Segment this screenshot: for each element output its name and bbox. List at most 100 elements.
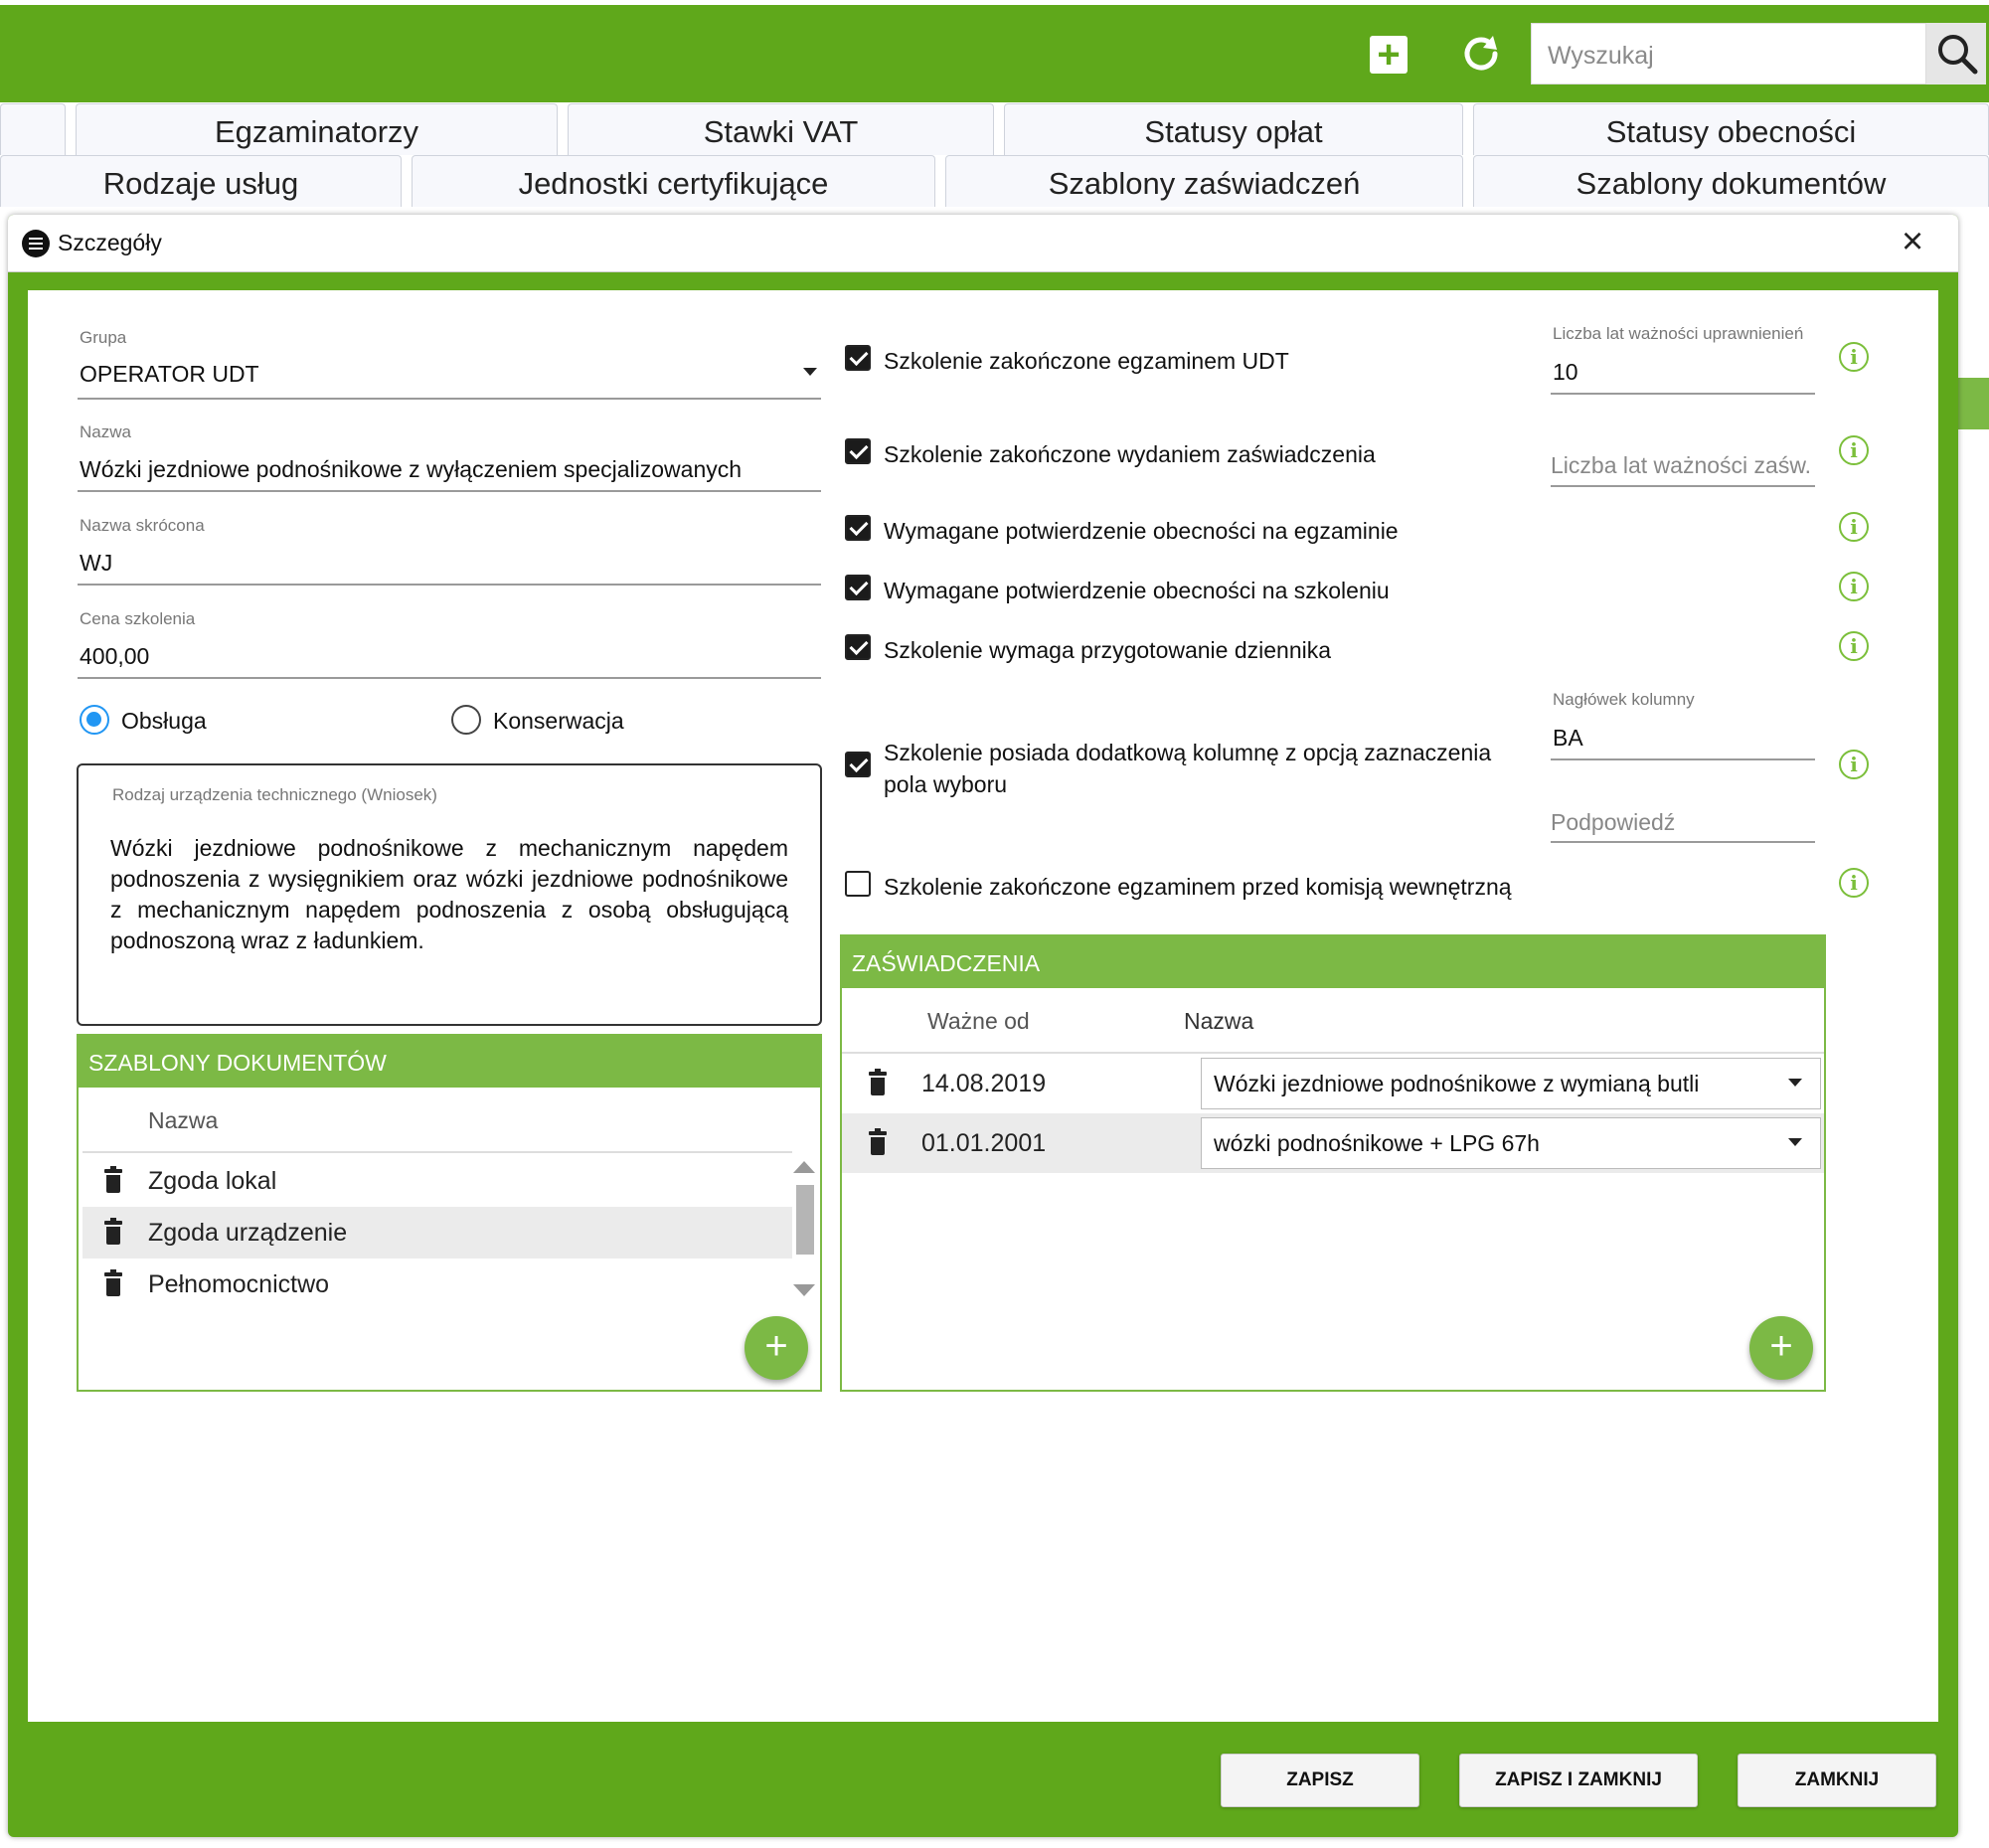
add-zaswiadczenie-button[interactable]: + bbox=[1749, 1316, 1813, 1380]
lata-zasw-field[interactable]: Liczba lat ważności zaśw. bbox=[1551, 452, 1811, 479]
trash-icon[interactable] bbox=[869, 1128, 887, 1155]
grupa-underline bbox=[78, 398, 821, 400]
radio-obsluga-label: Obsługa bbox=[121, 708, 207, 734]
radio-konserwacja[interactable] bbox=[451, 705, 481, 735]
podpowiedz-underline bbox=[1551, 841, 1815, 843]
info-icon[interactable]: i bbox=[1839, 868, 1869, 898]
info-icon[interactable]: i bbox=[1839, 342, 1869, 372]
trash-icon[interactable] bbox=[104, 1218, 122, 1245]
checkbox-dziennik-label: Szkolenie wymaga przygotowanie dziennika bbox=[884, 637, 1332, 663]
rodzaj-textarea[interactable]: Rodzaj urządzenia technicznego (Wniosek)… bbox=[77, 763, 822, 1026]
checkbox-egzamin-udt-label: Szkolenie zakończone egzaminem UDT bbox=[884, 348, 1289, 374]
checkbox-zaswiadczenie[interactable] bbox=[845, 438, 871, 464]
checkbox-zaswiadczenie-label: Szkolenie zakończone wydaniem zaświadcze… bbox=[884, 441, 1376, 467]
menu-icon bbox=[22, 230, 50, 257]
table-row: 01.01.2001 wózki podnośnikowe + LPG 67h bbox=[842, 1113, 1824, 1173]
podpowiedz-field[interactable]: Podpowiedź bbox=[1551, 809, 1675, 836]
checkbox-egzamin-udt[interactable] bbox=[845, 345, 871, 371]
naglowek-field[interactable]: BA bbox=[1553, 725, 1583, 752]
info-icon[interactable]: i bbox=[1839, 572, 1869, 601]
search-button[interactable] bbox=[1926, 23, 1986, 84]
save-button[interactable]: ZAPISZ bbox=[1221, 1754, 1419, 1807]
tab-jednostki-certyfikujace[interactable]: Jednostki certyfikujące bbox=[412, 155, 935, 207]
list-item[interactable]: Zgoda urządzenie bbox=[83, 1207, 792, 1259]
zaswiadczenie-select[interactable]: wózki podnośnikowe + LPG 67h bbox=[1201, 1117, 1821, 1169]
checkbox-komisja-label: Szkolenie zakończone egzaminem przed kom… bbox=[884, 874, 1512, 900]
skrot-underline bbox=[78, 584, 821, 586]
cena-underline bbox=[78, 677, 821, 679]
add-icon[interactable]: + bbox=[1370, 35, 1408, 75]
nazwa-field[interactable]: Wózki jezdniowe podnośnikowe z wyłączeni… bbox=[80, 456, 742, 483]
tab-egzaminatorzy[interactable]: Egzaminatorzy bbox=[76, 103, 558, 155]
scroll-up-icon[interactable] bbox=[793, 1161, 815, 1173]
scroll-down-icon[interactable] bbox=[793, 1284, 815, 1296]
lata-upr-underline bbox=[1551, 393, 1815, 395]
tab-szablony-dokumentow[interactable]: Szablony dokumentów bbox=[1473, 155, 1989, 207]
cena-field[interactable]: 400,00 bbox=[80, 643, 149, 670]
info-icon[interactable]: i bbox=[1839, 512, 1869, 542]
skrot-label: Nazwa skrócona bbox=[80, 516, 205, 535]
dialog-title: Szczegóły bbox=[58, 230, 162, 255]
grupa-select[interactable]: OPERATOR UDT bbox=[80, 361, 259, 388]
table-row: 14.08.2019 Wózki jezdniowe podnośnikowe … bbox=[842, 1054, 1824, 1113]
szablony-col-name: Nazwa bbox=[148, 1107, 219, 1133]
lata-upr-field[interactable]: 10 bbox=[1553, 359, 1578, 386]
rodzaj-label: Rodzaj urządzenia technicznego (Wniosek) bbox=[112, 785, 437, 804]
refresh-icon[interactable] bbox=[1457, 30, 1505, 78]
list-item[interactable]: Zgoda lokal bbox=[83, 1155, 792, 1207]
trash-icon[interactable] bbox=[104, 1166, 122, 1193]
search-icon bbox=[1938, 35, 1978, 75]
chevron-down-icon[interactable] bbox=[1788, 1138, 1802, 1146]
chevron-down-icon[interactable] bbox=[1788, 1079, 1802, 1087]
tab-hidden[interactable] bbox=[0, 103, 66, 155]
add-szablon-button[interactable]: + bbox=[745, 1316, 808, 1380]
col-nazwa: Nazwa bbox=[1184, 1008, 1254, 1034]
bg-selected-row bbox=[1958, 378, 1989, 429]
trash-icon[interactable] bbox=[104, 1269, 122, 1296]
nazwa-label: Nazwa bbox=[80, 422, 131, 441]
tab-statusy-oplat[interactable]: Statusy opłat bbox=[1004, 103, 1463, 155]
trash-icon[interactable] bbox=[869, 1069, 887, 1095]
szablony-panel: SZABLONY DOKUMENTÓW Nazwa Zgoda lokal Zg… bbox=[77, 1034, 822, 1392]
cena-label: Cena szkolenia bbox=[80, 609, 196, 628]
naglowek-underline bbox=[1551, 758, 1815, 760]
radio-konserwacja-label: Konserwacja bbox=[493, 708, 624, 734]
checkbox-obecnosc-egzamin[interactable] bbox=[845, 515, 871, 541]
lata-zasw-underline bbox=[1551, 485, 1815, 487]
chevron-down-icon[interactable] bbox=[803, 368, 817, 376]
save-close-button[interactable]: ZAPISZ I ZAMKNIJ bbox=[1459, 1754, 1698, 1807]
checkbox-obecnosc-egzamin-label: Wymagane potwierdzenie obecności na egza… bbox=[884, 518, 1399, 544]
naglowek-label: Nagłówek kolumny bbox=[1553, 690, 1695, 709]
search-input[interactable]: Wyszukaj bbox=[1531, 23, 1926, 84]
divider bbox=[83, 1151, 792, 1153]
szablony-header: SZABLONY DOKUMENTÓW bbox=[79, 1036, 820, 1088]
col-wazne-od: Ważne od bbox=[927, 1008, 1030, 1034]
info-icon[interactable]: i bbox=[1839, 631, 1869, 661]
tab-szablony-zaswiadczen[interactable]: Szablony zaświadczeń bbox=[945, 155, 1463, 207]
skrot-field[interactable]: WJ bbox=[80, 550, 112, 577]
close-icon[interactable]: × bbox=[1902, 221, 1923, 263]
zaswiadczenie-select[interactable]: Wózki jezdniowe podnośnikowe z wymianą b… bbox=[1201, 1058, 1821, 1109]
close-button[interactable]: ZAMKNIJ bbox=[1738, 1754, 1936, 1807]
tab-stawki-vat[interactable]: Stawki VAT bbox=[568, 103, 994, 155]
zaswiadczenia-header: ZAŚWIADCZENIA bbox=[842, 936, 1824, 988]
radio-obsluga[interactable] bbox=[80, 705, 109, 735]
tab-statusy-obecnosci[interactable]: Statusy obecności bbox=[1473, 103, 1989, 155]
zaswiadczenia-panel: ZAŚWIADCZENIA Ważne od Nazwa 14.08.2019 … bbox=[840, 934, 1826, 1392]
info-icon[interactable]: i bbox=[1839, 435, 1869, 465]
checkbox-dodatkowa-kolumna[interactable] bbox=[845, 752, 871, 777]
checkbox-dziennik[interactable] bbox=[845, 634, 871, 660]
grupa-label: Grupa bbox=[80, 328, 127, 347]
lata-upr-label: Liczba lat ważności uprawnienień bbox=[1553, 324, 1804, 343]
checkbox-obecnosc-szkolenie[interactable] bbox=[845, 575, 871, 600]
checkbox-obecnosc-szkolenie-label: Wymagane potwierdzenie obecności na szko… bbox=[884, 578, 1390, 603]
info-icon[interactable]: i bbox=[1839, 750, 1869, 779]
scrollbar-thumb[interactable] bbox=[796, 1185, 814, 1255]
checkbox-komisja[interactable] bbox=[845, 871, 871, 897]
nazwa-underline bbox=[78, 490, 821, 492]
checkbox-dodatkowa-kolumna-label: Szkolenie posiada dodatkową kolumnę z op… bbox=[884, 740, 1492, 797]
rodzaj-value: Wózki jezdniowe podnośnikowe z mechanicz… bbox=[110, 835, 788, 953]
dialog-header: Szczegóły × bbox=[8, 215, 1958, 272]
tab-rodzaje-uslug[interactable]: Rodzaje usług bbox=[0, 155, 402, 207]
list-item[interactable]: Pełnomocnictwo bbox=[83, 1259, 792, 1310]
